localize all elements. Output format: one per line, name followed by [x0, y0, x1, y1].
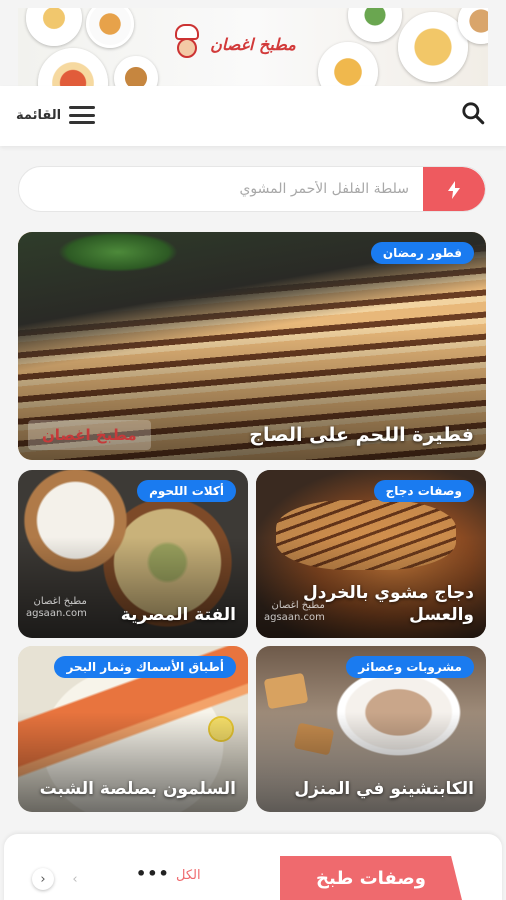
hamburger-icon: [69, 106, 96, 124]
chevron-right-icon[interactable]: ›: [32, 868, 54, 890]
lightning-icon: [448, 181, 460, 199]
search-bar: [18, 166, 486, 212]
category-tag[interactable]: مشروبات وعصائر: [346, 656, 474, 678]
recipe-title[interactable]: السلمون بصلصة الشبت: [40, 778, 236, 800]
watermark-text: مطبخ اغصان agsaan.com: [26, 596, 87, 619]
logo-text: مطبخ اغصان: [210, 34, 296, 54]
recipes-section: وصفات طبخ الكل ••• ‹ ›: [4, 834, 502, 900]
recipe-title[interactable]: فطيرة اللحم على الصاج: [249, 423, 474, 448]
category-tag[interactable]: أكلات اللحوم: [137, 480, 236, 502]
recipe-title[interactable]: دجاج مشوي بالخردل والعسل: [294, 582, 474, 626]
search-icon[interactable]: [460, 100, 486, 126]
recipe-title[interactable]: الكابتشينو في المنزل: [294, 778, 474, 800]
search-input[interactable]: [19, 167, 425, 211]
recipe-card[interactable]: أطباق الأسماك وثمار البحر السلمون بصلصة …: [18, 646, 248, 812]
section-title: وصفات طبخ: [280, 856, 462, 900]
category-tag[interactable]: وصفات دجاج: [373, 480, 474, 502]
watermark-logo: مطبخ اغصان: [28, 420, 151, 450]
view-all-link[interactable]: الكل: [176, 868, 201, 883]
recipe-card[interactable]: أكلات اللحوم مطبخ اغصان agsaan.com الفتة…: [18, 470, 248, 638]
recipe-title[interactable]: الفتة المصرية: [121, 604, 236, 626]
search-submit-button[interactable]: [423, 167, 485, 211]
top-banner: مطبخ اغصان: [18, 8, 488, 86]
category-tag[interactable]: أطباق الأسماك وثمار البحر: [54, 656, 236, 678]
recipe-card[interactable]: وصفات دجاج مطبخ اغصان agsaan.com دجاج مش…: [256, 470, 486, 638]
menu-label: القائمة: [16, 107, 62, 123]
menu-button[interactable]: القائمة: [16, 103, 96, 127]
app-header: القائمة: [0, 86, 506, 146]
featured-recipe-card[interactable]: فطور رمضان مطبخ اغصان فطيرة اللحم على ال…: [18, 232, 486, 460]
chef-icon: [170, 24, 204, 64]
chevron-left-icon[interactable]: ‹: [64, 868, 86, 890]
brand-logo[interactable]: مطبخ اغصان: [153, 18, 313, 70]
recipe-card[interactable]: مشروبات وعصائر الكابتشينو في المنزل: [256, 646, 486, 812]
more-icon[interactable]: •••: [136, 864, 170, 883]
category-tag[interactable]: فطور رمضان: [370, 242, 474, 264]
